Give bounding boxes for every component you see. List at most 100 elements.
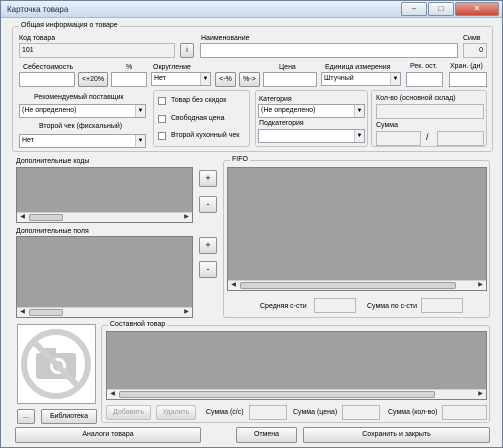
- price-label: Цена: [279, 64, 296, 71]
- category-select[interactable]: (Не определено) ▼: [258, 104, 365, 118]
- plus-20-percent-button[interactable]: <+20%: [78, 72, 108, 87]
- rec-rest-field[interactable]: [406, 72, 443, 87]
- fifo-legend: FIFO: [230, 156, 250, 163]
- info-button[interactable]: i: [180, 43, 194, 58]
- scroll-left-icon[interactable]: ◀: [108, 390, 117, 399]
- chevron-down-icon: ▼: [354, 130, 364, 142]
- category-value: (Не определено): [261, 107, 316, 114]
- avg-cost-field: [314, 298, 356, 313]
- extra-codes-label: Дополнительные коды: [16, 158, 90, 165]
- extra-fields-scrollbar[interactable]: ◀ ▶: [17, 307, 192, 317]
- chevron-down-icon: ▼: [200, 73, 210, 85]
- scroll-right-icon[interactable]: ▶: [182, 213, 191, 222]
- symbols-count: 0: [463, 43, 487, 58]
- stock-sum-field-1: [376, 131, 421, 146]
- sum-price-field: [342, 405, 380, 420]
- name-field[interactable]: [200, 43, 458, 58]
- scroll-thumb[interactable]: [29, 309, 63, 316]
- save-and-close-button[interactable]: Сохранить и закрыть: [303, 427, 490, 443]
- scroll-left-icon[interactable]: ◀: [18, 308, 27, 317]
- second-check-label: Второй чек (фискальный): [39, 123, 123, 130]
- stock-sum-separator: /: [426, 132, 429, 142]
- composite-legend: Составной товар: [108, 321, 168, 328]
- second-kitchen-checkbox[interactable]: [158, 132, 166, 140]
- extra-codes-scrollbar[interactable]: ◀ ▶: [17, 212, 192, 222]
- product-code-label: Код товара: [19, 35, 56, 42]
- avg-cost-label: Средняя с-сти: [260, 303, 307, 310]
- unit-value: Штучный: [324, 75, 354, 82]
- rounding-label: Округление: [153, 64, 191, 71]
- rounding-select[interactable]: Нет ▼: [151, 72, 211, 86]
- composite-list[interactable]: ◀ ▶: [106, 331, 487, 400]
- sum-qty-field: [442, 405, 487, 420]
- storage-days-field[interactable]: [449, 72, 487, 87]
- title-bar: Карточка товара – □ ✕: [1, 1, 502, 18]
- minimize-icon[interactable]: –: [401, 2, 427, 16]
- product-code-field[interactable]: 101: [19, 43, 175, 58]
- chevron-down-icon: ▼: [135, 135, 145, 147]
- category-label: Категория: [259, 96, 292, 103]
- sum-qty-label: Сумма (кол-во): [388, 409, 438, 416]
- extra-codes-list[interactable]: ◀ ▶: [16, 167, 193, 223]
- free-price-checkbox[interactable]: [158, 115, 166, 123]
- add-field-button[interactable]: +: [199, 237, 217, 254]
- price-field[interactable]: [263, 72, 317, 87]
- cost-label: Себестоимость: [23, 64, 74, 71]
- name-label: Наименование: [201, 35, 250, 42]
- camera-placeholder-icon: [21, 329, 91, 399]
- scroll-thumb[interactable]: [119, 391, 435, 398]
- percent-label: %: [126, 64, 133, 71]
- remove-component-button[interactable]: Удалить: [156, 405, 196, 420]
- product-analogs-button[interactable]: Аналоги товара: [15, 427, 201, 443]
- scroll-left-icon[interactable]: ◀: [18, 213, 27, 222]
- browse-photo-button[interactable]: ...: [17, 409, 35, 424]
- remove-field-button[interactable]: -: [199, 261, 217, 278]
- increase-percent-button[interactable]: %->: [239, 72, 260, 87]
- add-component-button[interactable]: Добавить: [106, 405, 151, 420]
- scroll-thumb[interactable]: [240, 282, 456, 289]
- no-discount-checkbox[interactable]: [158, 97, 166, 105]
- rec-rest-label: Рек. ост.: [410, 63, 437, 70]
- supplier-select[interactable]: (Не определено) ▼: [19, 104, 146, 118]
- scroll-left-icon[interactable]: ◀: [229, 281, 238, 290]
- unit-select[interactable]: Штучный ▼: [321, 72, 401, 86]
- extra-fields-list[interactable]: ◀ ▶: [16, 236, 193, 318]
- composite-scrollbar[interactable]: ◀ ▶: [107, 389, 486, 399]
- chevron-down-icon: ▼: [354, 105, 364, 117]
- supplier-value: (Не определено): [22, 107, 77, 114]
- scroll-right-icon[interactable]: ▶: [476, 281, 485, 290]
- sum-cost-price-field: [249, 405, 287, 420]
- decrease-percent-button[interactable]: <-%: [215, 72, 236, 87]
- cost-field[interactable]: [19, 72, 75, 87]
- second-check-select[interactable]: Нет ▼: [19, 134, 146, 148]
- symbols-label: Симв: [463, 35, 481, 42]
- cancel-button[interactable]: Отмена: [236, 427, 297, 443]
- storage-days-label: Хран. (дн): [450, 63, 483, 70]
- scroll-thumb[interactable]: [29, 214, 63, 221]
- chevron-down-icon: ▼: [390, 73, 400, 85]
- subcategory-select[interactable]: ▼: [258, 129, 365, 143]
- window-title: Карточка товара: [7, 5, 69, 14]
- general-info-legend: Общая информация о товаре: [19, 22, 120, 29]
- fifo-list[interactable]: ◀ ▶: [227, 167, 487, 291]
- no-discount-label: Товар без скидок: [171, 97, 227, 104]
- product-photo[interactable]: [17, 324, 96, 404]
- add-code-button[interactable]: +: [199, 170, 217, 187]
- sum-cost-field: [421, 298, 463, 313]
- supplier-label: Рекомендуемый поставщик: [34, 94, 124, 101]
- close-icon[interactable]: ✕: [455, 2, 499, 16]
- unit-label: Единица измерения: [325, 64, 391, 71]
- sum-cost-price-label: Сумма (с/с): [206, 409, 244, 416]
- remove-code-button[interactable]: -: [199, 196, 217, 213]
- sum-cost-label: Сумма по с-сти: [367, 303, 418, 310]
- chevron-down-icon: ▼: [135, 105, 145, 117]
- stock-qty-field: [376, 104, 484, 119]
- percent-field[interactable]: [111, 72, 147, 87]
- sum-price-label: Сумма (цена): [293, 409, 338, 416]
- maximize-icon[interactable]: □: [428, 2, 454, 16]
- scroll-right-icon[interactable]: ▶: [182, 308, 191, 317]
- scroll-right-icon[interactable]: ▶: [476, 390, 485, 399]
- library-button[interactable]: Библиотека: [41, 409, 97, 424]
- fifo-scrollbar[interactable]: ◀ ▶: [228, 280, 486, 290]
- stock-qty-label: Кол-во (основной склад): [376, 95, 456, 102]
